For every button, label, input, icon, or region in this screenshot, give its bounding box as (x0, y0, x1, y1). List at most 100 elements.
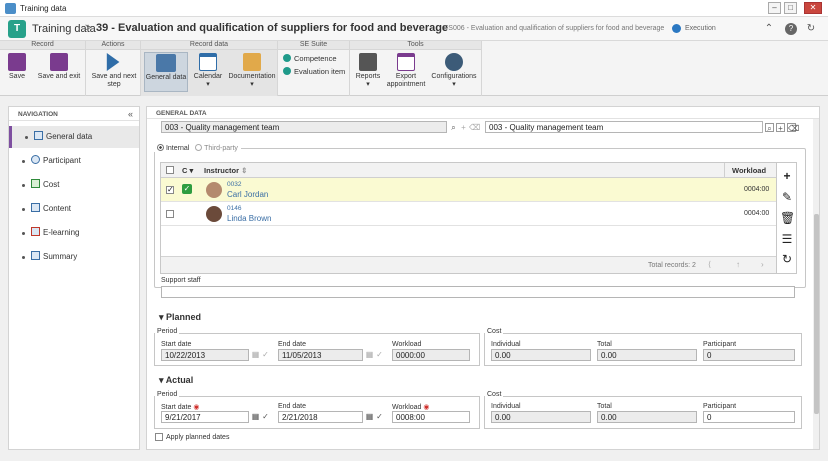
prev-page-icon[interactable]: ↑ (736, 260, 740, 269)
planned-participant[interactable]: 0 (703, 349, 795, 361)
table-row[interactable]: ✓ 0032 Carl Jordan 0004:00 (161, 178, 776, 202)
col-instructor-header[interactable]: Instructor ⇕ (204, 166, 247, 175)
nav-item-content[interactable]: Content (9, 198, 139, 220)
planned-total[interactable]: 0.00 (597, 349, 697, 361)
instructor-name[interactable]: Linda Brown (227, 214, 271, 223)
people-icon (31, 155, 40, 164)
radio-internal[interactable] (157, 144, 164, 151)
search-icon[interactable]: ⌕ (449, 123, 458, 132)
delete-trash-icon[interactable]: 🗑 (780, 211, 795, 225)
first-page-icon[interactable]: ⟨ (708, 260, 711, 269)
planned-start-date[interactable]: 10/22/2013 (161, 349, 249, 361)
save-label: Save (9, 73, 25, 80)
add-icon[interactable]: + (780, 169, 794, 183)
general-data-button[interactable]: General data (144, 52, 188, 92)
support-staff-field[interactable] (161, 286, 795, 298)
minimize-button[interactable]: – (768, 2, 781, 14)
planned-period-label: Period (155, 328, 180, 335)
actual-title: Actual (165, 375, 194, 385)
general-data-label: General data (145, 74, 187, 81)
col-c-header[interactable]: C ▾ (182, 166, 193, 175)
save-button[interactable]: Save (4, 53, 30, 81)
help-icon[interactable]: ? (785, 23, 797, 35)
export-appointment-button[interactable]: Export appointment (386, 53, 426, 89)
clear-icon: ✓ (262, 350, 269, 359)
nav-item-participant[interactable]: Participant (9, 150, 139, 172)
save-next-label-2: step (107, 81, 121, 88)
planned-end-date[interactable]: 11/05/2013 (278, 349, 363, 361)
planned-section-header[interactable]: ▾ Planned (159, 312, 201, 323)
refresh-icon[interactable]: ↻ (805, 23, 817, 35)
planned-workload-label: Workload (392, 341, 422, 348)
collapse-up-icon[interactable]: ⌃ (763, 23, 775, 35)
nav-item-cost[interactable]: Cost (9, 174, 139, 196)
col-workload-header[interactable]: Workload (732, 166, 766, 175)
bullet-icon (22, 256, 25, 259)
list-icon[interactable]: ☰ (780, 232, 794, 246)
confirmed-check-icon: ✓ (182, 184, 192, 194)
planned-workload[interactable]: 0000:00 (392, 349, 470, 361)
save-exit-button[interactable]: Save and exit (36, 53, 82, 81)
select-all-checkbox[interactable] (166, 166, 174, 174)
next-page-icon[interactable]: › (761, 260, 764, 269)
nav-label: General data (46, 132, 93, 141)
actual-section-header[interactable]: ▾ Actual (159, 375, 193, 386)
maximize-button[interactable]: □ (784, 2, 797, 14)
scrollbar-thumb[interactable] (814, 214, 819, 414)
group-label: Actions (86, 41, 140, 50)
table-row[interactable]: 0146 Linda Brown 0004:00 (161, 202, 776, 226)
row-checkbox[interactable] (166, 210, 174, 218)
printer-icon (359, 53, 377, 71)
navigation-heading: NAVIGATION (9, 107, 139, 121)
actual-start-date[interactable]: 9/21/2017 (161, 411, 249, 423)
configurations-button[interactable]: Configurations ▾ (429, 53, 479, 89)
window-titlebar: Training data – □ ✕ (0, 0, 828, 17)
actual-end-date[interactable]: 2/21/2018 (278, 411, 363, 423)
row-checkbox[interactable] (166, 185, 174, 194)
actual-participant[interactable]: 0 (703, 411, 795, 423)
actual-period-label: Period (155, 391, 180, 398)
col-instructor-label: Instructor (204, 166, 240, 175)
avatar (206, 206, 222, 222)
search-icon[interactable]: ⌕ (765, 123, 774, 133)
documentation-button[interactable]: Documentation ▾ (227, 53, 277, 89)
evaluation-item-button[interactable]: Evaluation item (283, 67, 345, 79)
radio-third-party[interactable] (195, 144, 203, 151)
reports-button[interactable]: Reports ▾ (353, 53, 383, 89)
collapse-panel-icon[interactable]: « (128, 109, 133, 119)
planned-total-label: Total (597, 341, 612, 348)
team-field-right[interactable]: 003 - Quality management team (485, 121, 763, 133)
close-window-button[interactable]: ✕ (804, 2, 822, 14)
general-data-panel: GENERAL DATA 003 - Quality management te… (146, 106, 820, 450)
nav-item-summary[interactable]: Summary (9, 246, 139, 268)
actual-individual[interactable]: 0.00 (491, 411, 591, 423)
calendar-button[interactable]: Calendar ▾ (191, 53, 225, 89)
planned-individual[interactable]: 0.00 (491, 349, 591, 361)
actual-workload[interactable]: 0008:00 (392, 411, 470, 423)
save-icon (8, 53, 26, 71)
refresh-icon[interactable]: ↻ (780, 252, 794, 266)
calendar-icon[interactable]: ▦ (251, 412, 260, 421)
total-records: Total records: 2 (648, 262, 696, 269)
instructor-code: 0032 (227, 181, 242, 188)
instructor-name[interactable]: Carl Jordan (227, 190, 268, 199)
summary-icon (31, 251, 40, 260)
clear-icon[interactable]: ✓ (261, 412, 270, 421)
add-icon[interactable]: + (776, 123, 785, 133)
clear-icon[interactable]: ⌫ (787, 123, 799, 133)
save-next-step-button[interactable]: Save and next step (89, 53, 139, 89)
competence-button[interactable]: Competence (283, 54, 337, 66)
actual-end-label: End date (278, 403, 307, 410)
radio-group: Internal Third-party (154, 144, 241, 152)
clear-icon[interactable]: ✓ (375, 412, 384, 421)
scrollbar[interactable] (813, 119, 819, 449)
team-field-left[interactable]: 003 - Quality management team (161, 121, 447, 133)
actual-total[interactable]: 0.00 (597, 411, 697, 423)
money-icon (31, 179, 40, 188)
nav-item-general-data[interactable]: General data (9, 126, 139, 148)
edit-pencil-icon[interactable]: ✎ (780, 190, 794, 204)
calendar-icon[interactable]: ▦ (365, 412, 374, 421)
col-divider (724, 163, 725, 178)
nav-item-e-learning[interactable]: E-learning (9, 222, 139, 244)
apply-planned-checkbox[interactable] (155, 433, 163, 441)
